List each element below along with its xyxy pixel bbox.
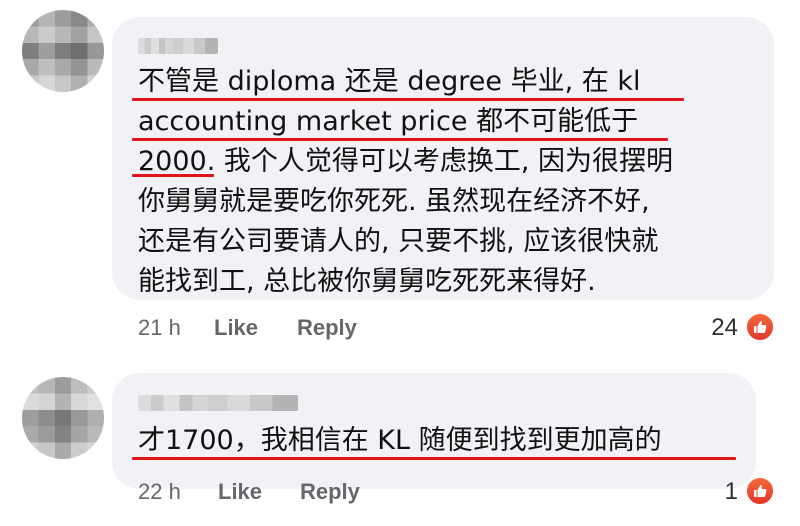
comment-1: 不管是 diploma 还是 degree 毕业, 在 kl accountin… [0,0,800,355]
author-name-blurred[interactable] [138,395,298,411]
reply-button[interactable]: Reply [300,479,360,505]
comment-text-line: 能找到工, 总比被你舅舅吃死死来得好. [138,266,596,297]
comment-timestamp[interactable]: 21 h [138,315,181,341]
like-button[interactable]: Like [214,315,258,341]
author-name-blurred[interactable] [138,38,218,54]
red-underline [132,98,684,101]
comment-text-line: 不管是 diploma 还是 degree 毕业, 在 kl [138,66,641,97]
comment-text-line: accounting market price 都不可能低于 [138,106,639,137]
reaction-count[interactable]: 24 [686,314,738,342]
like-reaction-icon[interactable] [745,476,775,506]
reply-button[interactable]: Reply [297,315,357,341]
avatar[interactable] [22,377,104,459]
reaction-count[interactable]: 1 [700,478,738,506]
comment-timestamp[interactable]: 22 h [138,479,181,505]
comment-text-line: 你舅舅就是要吃你死死. 虽然现在经济不好, [138,186,650,217]
comment-text-line: 才1700，我相信在 KL 随便到找到更加高的 [138,425,662,456]
comment-text-line: 还是有公司要请人的, 只要不挑, 应该很快就 [138,226,659,257]
avatar[interactable] [22,10,104,92]
red-underline [132,174,214,177]
thumbs-up-icon [754,485,767,497]
red-underline [132,138,668,141]
red-underline [132,457,736,460]
like-reaction-icon[interactable] [745,312,775,342]
like-button[interactable]: Like [218,479,262,505]
comment-text-line: 2000. 我个人觉得可以考虑换工, 因为很摆明 [138,146,674,177]
comment-thread: 不管是 diploma 还是 degree 毕业, 在 kl accountin… [0,0,800,526]
comment-2: 才1700，我相信在 KL 随便到找到更加高的 22 h Like Reply … [0,355,800,526]
thumbs-up-icon [754,321,767,333]
